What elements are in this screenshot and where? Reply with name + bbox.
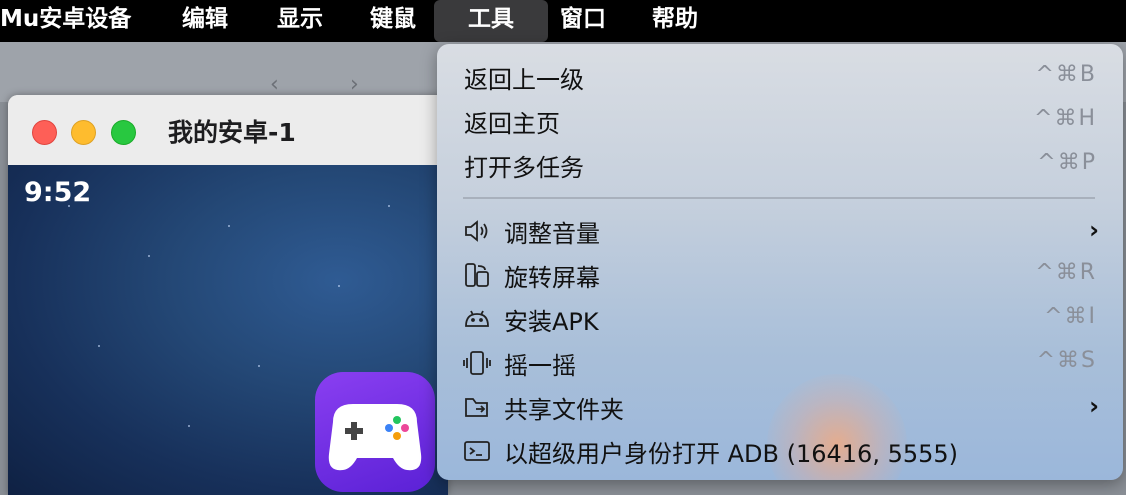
menu-item-label: 打开多任务 <box>464 154 584 182</box>
menu-bar: Mu安卓设备 编辑 显示 键鼠 工具 窗口 帮助 <box>0 0 1126 42</box>
star <box>258 365 260 367</box>
shortcut-label: ^⌘P <box>1037 150 1097 175</box>
menu-separator <box>463 197 1095 199</box>
shortcut-label: ^⌘B <box>1035 62 1097 87</box>
shortcut-label: ^⌘R <box>1035 260 1097 285</box>
emulator-window: 我的安卓-1 9:52 <box>8 95 448 495</box>
back-nav-icon: ‹ <box>270 72 279 97</box>
app-menu[interactable]: Mu安卓设备 <box>0 0 131 42</box>
window-title: 我的安卓-1 <box>168 118 296 147</box>
close-button[interactable] <box>32 120 57 145</box>
menu-display[interactable]: 显示 <box>277 0 323 42</box>
star <box>228 225 230 227</box>
menu-item-volume[interactable]: 调整音量 › <box>437 208 1123 252</box>
menu-item-home[interactable]: 返回主页 ^⌘H <box>437 98 1123 142</box>
tools-dropdown-menu: 返回上一级 ^⌘B 返回主页 ^⌘H 打开多任务 ^⌘P 调整音量 › 旋转屏幕… <box>437 44 1123 480</box>
menu-item-install-apk[interactable]: 安装APK ^⌘I <box>437 296 1123 340</box>
minimize-button[interactable] <box>71 120 96 145</box>
menu-item-label: 摇一摇 <box>504 352 576 380</box>
menu-item-back[interactable]: 返回上一级 ^⌘B <box>437 54 1123 98</box>
menu-help[interactable]: 帮助 <box>652 0 698 42</box>
submenu-arrow-icon: › <box>1089 216 1099 244</box>
menu-edit[interactable]: 编辑 <box>182 0 228 42</box>
menu-tools[interactable]: 工具 <box>434 0 548 42</box>
game-center-icon[interactable] <box>315 372 435 492</box>
menu-item-label: 返回上一级 <box>464 66 584 94</box>
menu-item-rotate-screen[interactable]: 旋转屏幕 ^⌘R <box>437 252 1123 296</box>
menu-item-label: 以超级用户身份打开 ADB (16416, 5555) <box>504 440 959 468</box>
shortcut-label: ^⌘S <box>1036 348 1097 373</box>
menu-item-label: 调整音量 <box>504 220 600 248</box>
star <box>148 255 150 257</box>
menu-item-shake[interactable]: 摇一摇 ^⌘S <box>437 340 1123 384</box>
speaker-icon <box>463 218 491 244</box>
menu-keyboard-mouse[interactable]: 键鼠 <box>370 0 416 42</box>
star <box>98 345 100 347</box>
menu-item-shared-folder[interactable]: 共享文件夹 › <box>437 384 1123 428</box>
shortcut-label: ^⌘I <box>1044 304 1097 329</box>
forward-nav-icon: › <box>350 72 359 97</box>
zoom-button[interactable] <box>111 120 136 145</box>
shortcut-label: ^⌘H <box>1034 106 1097 131</box>
status-clock: 9:52 <box>24 177 92 208</box>
shared-folder-icon <box>463 394 491 420</box>
shake-phone-icon <box>463 350 491 376</box>
android-icon <box>463 306 491 332</box>
star <box>338 285 340 287</box>
android-screen[interactable]: 9:52 <box>8 165 448 495</box>
menu-window[interactable]: 窗口 <box>560 0 606 42</box>
terminal-icon <box>463 438 491 464</box>
menu-item-label: 返回主页 <box>464 110 560 138</box>
rotate-screen-icon <box>463 262 491 288</box>
menu-item-root-adb[interactable]: 以超级用户身份打开 ADB (16416, 5555) <box>437 428 1123 472</box>
window-titlebar[interactable]: 我的安卓-1 <box>8 95 448 165</box>
submenu-arrow-icon: › <box>1089 392 1099 420</box>
menu-item-label: 安装APK <box>504 308 599 336</box>
star <box>388 205 390 207</box>
menu-item-label: 共享文件夹 <box>504 396 624 424</box>
menu-item-label: 旋转屏幕 <box>504 264 600 292</box>
star <box>188 425 190 427</box>
menu-item-multitask[interactable]: 打开多任务 ^⌘P <box>437 142 1123 186</box>
